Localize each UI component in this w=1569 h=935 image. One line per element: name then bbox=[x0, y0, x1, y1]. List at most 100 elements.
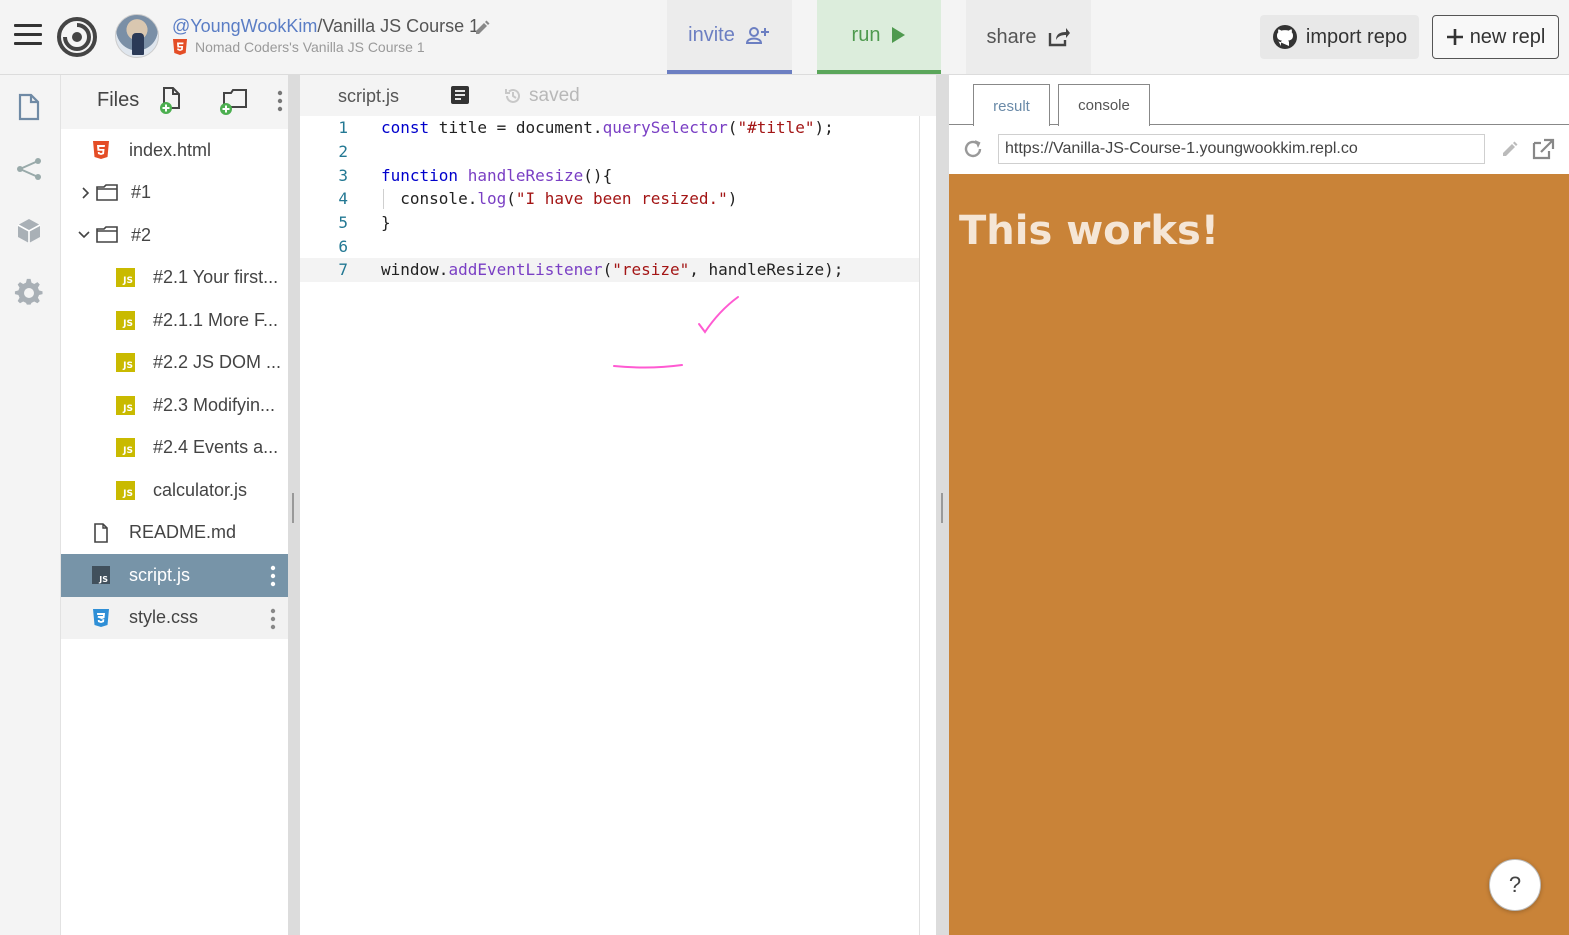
plus-icon bbox=[1446, 29, 1463, 45]
new-repl-label: new repl bbox=[1469, 25, 1546, 48]
document-icon bbox=[94, 522, 108, 543]
line-number: 3 bbox=[338, 165, 348, 185]
reload-icon[interactable] bbox=[962, 138, 984, 160]
preview-url-input[interactable] bbox=[998, 134, 1485, 164]
file-options-icon[interactable] bbox=[270, 608, 276, 630]
tab-result[interactable]: result bbox=[973, 84, 1050, 128]
preview-heading: This works! bbox=[959, 208, 1220, 254]
chevron-right-icon[interactable] bbox=[81, 186, 91, 200]
js-file-icon: JS bbox=[116, 438, 135, 458]
file-item-calculator-js[interactable]: JS calculator.js bbox=[61, 469, 288, 512]
invite-label: invite bbox=[688, 23, 735, 46]
help-button[interactable]: ? bbox=[1489, 859, 1541, 911]
settings-gear-icon[interactable] bbox=[14, 278, 44, 308]
play-icon bbox=[892, 27, 906, 43]
file-label: #2.1 Your first... bbox=[153, 267, 279, 288]
file-item-2-2[interactable]: JS #2.2 JS DOM ... bbox=[61, 342, 288, 385]
invite-button[interactable]: invite bbox=[667, 0, 792, 74]
folder-label: #1 bbox=[131, 182, 152, 203]
files-header: Files bbox=[61, 75, 288, 129]
output-panel: result console This works! ? bbox=[949, 75, 1569, 935]
file-label: #2.3 Modifyin... bbox=[153, 394, 276, 415]
html5-icon bbox=[173, 39, 187, 55]
share-button[interactable]: share bbox=[966, 0, 1091, 74]
editor-tab-bar: script.js saved bbox=[300, 75, 936, 116]
add-user-icon bbox=[745, 27, 769, 44]
line-number: 7 bbox=[338, 260, 348, 280]
folder-label: #2 bbox=[131, 224, 152, 245]
chevron-down-icon[interactable] bbox=[77, 230, 91, 240]
code-line: 4 console.log("I have been resized.") bbox=[300, 187, 920, 211]
document-outline-icon[interactable] bbox=[450, 85, 470, 105]
html5-icon bbox=[93, 141, 109, 160]
editor-scroll-edge bbox=[919, 116, 920, 935]
import-repo-button[interactable]: import repo bbox=[1260, 15, 1419, 59]
file-item-readme[interactable]: README.md bbox=[61, 512, 288, 555]
add-file-icon[interactable] bbox=[159, 86, 185, 116]
file-label: index.html bbox=[129, 139, 212, 160]
code-line: 1 const title = document.querySelector("#… bbox=[300, 116, 920, 140]
file-tree: index.html #1 #2 JS #2.1 Your first... J… bbox=[61, 129, 288, 639]
code-area[interactable]: 1 const title = document.querySelector("#… bbox=[300, 116, 920, 282]
version-control-icon[interactable] bbox=[14, 154, 44, 184]
file-label: script.js bbox=[129, 564, 191, 585]
js-file-icon: JS bbox=[116, 395, 135, 415]
files-icon[interactable] bbox=[14, 92, 44, 122]
packages-icon[interactable] bbox=[14, 216, 44, 246]
panel-resize-handle[interactable] bbox=[936, 75, 949, 935]
js-file-icon: JS bbox=[116, 480, 135, 500]
preview-frame[interactable]: This works! ? bbox=[949, 174, 1569, 935]
replit-logo[interactable] bbox=[56, 16, 98, 58]
file-label: README.md bbox=[129, 522, 237, 543]
add-folder-icon[interactable] bbox=[218, 87, 250, 117]
code-line: 5} bbox=[300, 211, 920, 235]
js-file-icon: JS bbox=[116, 268, 135, 288]
run-label: run bbox=[851, 23, 881, 46]
file-item-2-1-1[interactable]: JS #2.1.1 More F... bbox=[61, 299, 288, 342]
tab-console[interactable]: console bbox=[1058, 84, 1150, 126]
folder-item-2[interactable]: #2 bbox=[61, 214, 288, 257]
file-item-style-css[interactable]: style.css bbox=[61, 596, 288, 639]
files-menu-icon[interactable] bbox=[276, 89, 284, 113]
preview-url-bar bbox=[949, 126, 1569, 174]
line-number: 1 bbox=[338, 118, 348, 138]
panel-resize-handle[interactable] bbox=[288, 75, 300, 935]
editor-tab-script-js[interactable]: script.js bbox=[338, 86, 399, 107]
folder-icon bbox=[96, 183, 118, 201]
file-item-index-html[interactable]: index.html bbox=[61, 129, 288, 172]
file-options-icon[interactable] bbox=[270, 565, 276, 587]
code-line-current: 7 window.addEventListener("resize", handl… bbox=[300, 258, 920, 282]
file-label: #2.1.1 More F... bbox=[153, 309, 279, 330]
file-label: #2.4 Events a... bbox=[153, 437, 279, 458]
top-bar: @YoungWookKim/Vanilla JS Course 1 Nomad … bbox=[0, 0, 1569, 75]
line-number: 5 bbox=[338, 213, 348, 233]
code-line: 3 function handleResize(){ bbox=[300, 163, 920, 187]
files-panel: Files index.html #1 #2 JS #2.1 Your firs… bbox=[61, 75, 288, 935]
run-button[interactable]: run bbox=[817, 0, 941, 74]
file-label: calculator.js bbox=[153, 479, 248, 500]
file-item-2-4[interactable]: JS #2.4 Events a... bbox=[61, 427, 288, 470]
svg-text:JS: JS bbox=[98, 575, 108, 584]
repl-name[interactable]: Vanilla JS Course 1 bbox=[322, 16, 479, 36]
template-info: Nomad Coders's Vanilla JS Course 1 bbox=[173, 39, 425, 55]
file-item-script-js[interactable]: JS script.js bbox=[61, 554, 288, 597]
edit-pencil-icon[interactable] bbox=[473, 18, 491, 36]
js-file-icon: JS bbox=[116, 353, 135, 373]
avatar[interactable] bbox=[115, 14, 159, 58]
left-rail bbox=[0, 75, 61, 935]
folder-item-1[interactable]: #1 bbox=[61, 172, 288, 215]
new-repl-button[interactable]: new repl bbox=[1432, 15, 1559, 59]
file-item-2-1[interactable]: JS #2.1 Your first... bbox=[61, 257, 288, 300]
js-file-icon: JS bbox=[116, 310, 135, 330]
edit-pencil-icon[interactable] bbox=[1501, 140, 1519, 158]
save-status-label: saved bbox=[529, 85, 580, 106]
open-new-tab-icon[interactable] bbox=[1531, 138, 1555, 160]
css3-icon bbox=[93, 608, 109, 627]
line-number: 6 bbox=[338, 236, 348, 256]
file-item-2-3[interactable]: JS #2.3 Modifyin... bbox=[61, 384, 288, 427]
menu-icon[interactable] bbox=[14, 24, 42, 48]
folder-icon bbox=[96, 226, 118, 244]
user-link[interactable]: @YoungWookKim bbox=[172, 16, 317, 36]
handwritten-annotation bbox=[613, 296, 739, 369]
template-label[interactable]: Nomad Coders's Vanilla JS Course 1 bbox=[195, 39, 425, 55]
